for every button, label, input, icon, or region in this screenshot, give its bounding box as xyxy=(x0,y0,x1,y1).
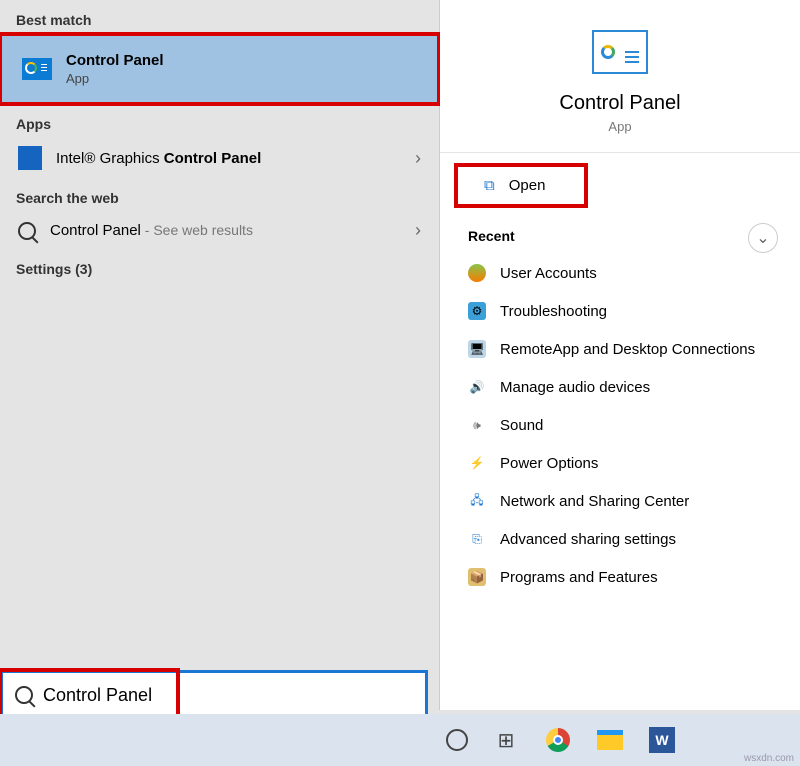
recent-item-power-options[interactable]: ⚡ Power Options xyxy=(440,444,800,482)
recent-list: Recent User Accounts ⚙ Troubleshooting 🖥 R… xyxy=(440,218,800,606)
search-icon xyxy=(15,686,33,704)
apps-header: Apps xyxy=(0,104,439,138)
expand-button[interactable]: ⌄ xyxy=(748,223,778,253)
recent-header: Recent xyxy=(440,218,800,254)
sound-icon: 🕪 xyxy=(468,416,486,434)
recent-label: Troubleshooting xyxy=(500,303,607,320)
task-view-icon[interactable]: ⊞ xyxy=(492,726,520,754)
intel-icon xyxy=(18,146,42,170)
recent-item-programs-features[interactable]: 📦 Programs and Features xyxy=(440,558,800,596)
hero-subtitle: App xyxy=(608,119,631,134)
recent-item-manage-audio[interactable]: 🔊 Manage audio devices xyxy=(440,368,800,406)
apps-result-label: Intel® Graphics Control Panel xyxy=(56,150,261,167)
chevron-right-icon: › xyxy=(415,148,421,169)
audio-icon: 🔊 xyxy=(468,378,486,396)
power-icon: ⚡ xyxy=(468,454,486,472)
programs-icon: 📦 xyxy=(468,568,486,586)
hero-section: Control Panel App xyxy=(440,0,800,153)
apps-result-intel-graphics[interactable]: Intel® Graphics Control Panel › xyxy=(0,138,439,178)
chevron-down-icon: ⌄ xyxy=(756,228,769,248)
recent-item-user-accounts[interactable]: User Accounts xyxy=(440,254,800,292)
recent-label: RemoteApp and Desktop Connections xyxy=(500,341,755,358)
recent-label: Sound xyxy=(500,417,543,434)
web-result-control-panel[interactable]: Control Panel - See web results › xyxy=(0,212,439,249)
recent-item-troubleshooting[interactable]: ⚙ Troubleshooting xyxy=(440,292,800,330)
settings-header[interactable]: Settings (3) xyxy=(0,249,439,283)
recent-label: Network and Sharing Center xyxy=(500,493,689,510)
best-match-title: Control Panel xyxy=(66,52,164,69)
cortana-icon[interactable] xyxy=(446,729,468,751)
open-icon: ⧉ xyxy=(484,177,495,194)
watermark: wsxdn.com xyxy=(744,753,794,764)
recent-label: Advanced sharing settings xyxy=(500,531,676,548)
recent-label: Manage audio devices xyxy=(500,379,650,396)
user-accounts-icon xyxy=(468,264,486,282)
file-explorer-icon[interactable] xyxy=(596,726,624,754)
best-match-result[interactable]: Control Panel App xyxy=(0,34,439,104)
recent-item-advanced-sharing[interactable]: ⎘ Advanced sharing settings xyxy=(440,520,800,558)
recent-label: User Accounts xyxy=(500,265,597,282)
web-result-label: Control Panel - See web results xyxy=(50,222,253,239)
recent-label: Power Options xyxy=(500,455,598,472)
recent-item-remoteapp[interactable]: 🖥 RemoteApp and Desktop Connections xyxy=(440,330,800,368)
network-icon: 🖧 xyxy=(468,492,486,510)
search-input[interactable] xyxy=(43,685,413,706)
hero-title: Control Panel xyxy=(559,92,680,115)
control-panel-icon xyxy=(22,58,52,80)
best-match-subtitle: App xyxy=(66,71,164,86)
sharing-icon: ⎘ xyxy=(468,530,486,548)
search-box[interactable] xyxy=(0,670,428,720)
taskbar: ⊞ W xyxy=(0,714,800,766)
best-match-header: Best match xyxy=(0,0,439,34)
open-label: Open xyxy=(509,177,546,194)
search-results-pane: Best match Control Panel App Apps Intel®… xyxy=(0,0,440,710)
remoteapp-icon: 🖥 xyxy=(468,340,486,358)
actions-section: ⧉ Open ⌄ xyxy=(440,153,800,218)
open-button[interactable]: ⧉ Open xyxy=(456,165,586,206)
search-web-header: Search the web xyxy=(0,178,439,212)
troubleshooting-icon: ⚙ xyxy=(468,302,486,320)
recent-item-sound[interactable]: 🕪 Sound xyxy=(440,406,800,444)
word-icon[interactable]: W xyxy=(648,726,676,754)
recent-item-network-sharing[interactable]: 🖧 Network and Sharing Center xyxy=(440,482,800,520)
search-icon xyxy=(18,222,36,240)
control-panel-hero-icon xyxy=(592,30,648,74)
details-pane: Control Panel App ⧉ Open ⌄ Recent User A… xyxy=(440,0,800,710)
chevron-right-icon: › xyxy=(415,220,421,241)
recent-label: Programs and Features xyxy=(500,569,658,586)
chrome-icon[interactable] xyxy=(544,726,572,754)
